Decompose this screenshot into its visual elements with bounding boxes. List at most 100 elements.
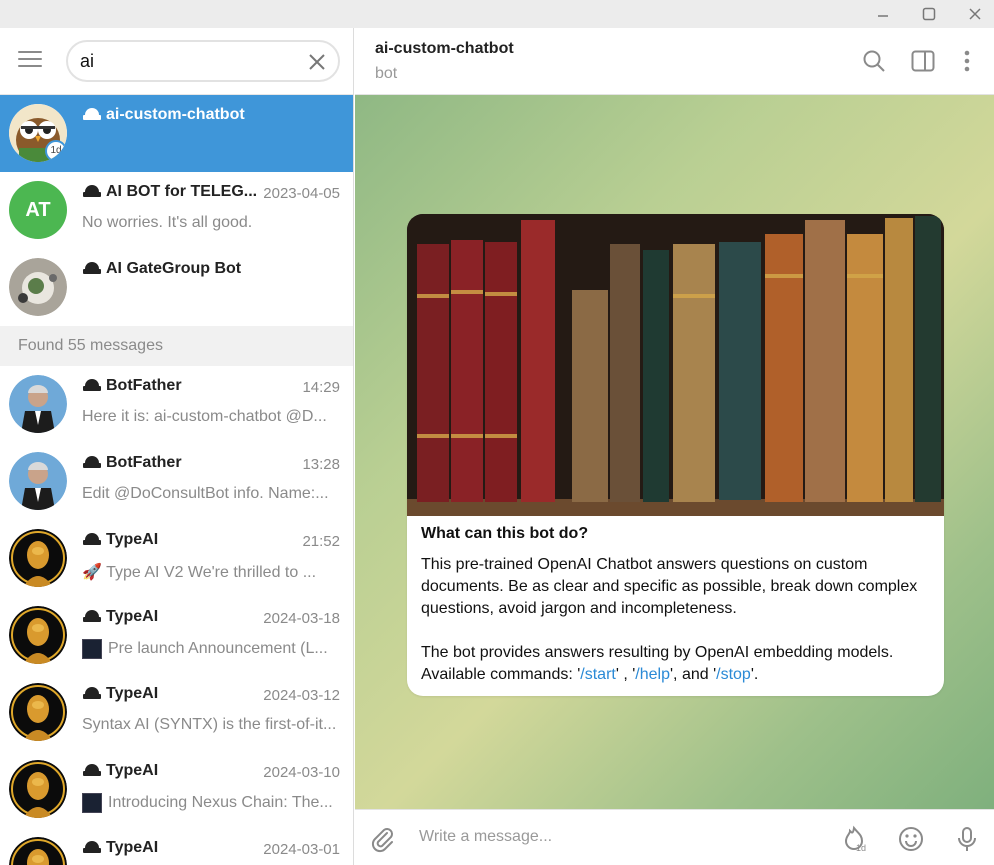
- sep: '.: [750, 666, 759, 683]
- clear-search-icon[interactable]: [306, 51, 328, 73]
- self-destruct-timer-icon[interactable]: 1d: [842, 825, 870, 853]
- emoji-icon[interactable]: [897, 825, 925, 853]
- message-result-item[interactable]: TypeAI 2024-03-18 Pre launch Announcement …: [0, 597, 353, 674]
- search-input[interactable]: [80, 50, 290, 72]
- sep: ' , ': [615, 666, 636, 683]
- chat-name-label: TypeAI: [106, 531, 159, 548]
- chat-date: 2024-03-12: [263, 687, 340, 704]
- bot-icon: [83, 533, 101, 545]
- typeai-avatar: [9, 837, 67, 865]
- bot-icon: [83, 610, 101, 622]
- message-result-item[interactable]: BotFather 13:28 Edit @DoConsultBot info. N…: [0, 443, 353, 520]
- chat-name: TypeAI: [82, 531, 158, 549]
- chat-subtitle: bot: [375, 65, 398, 82]
- card-heading: What can this bot do?: [421, 525, 589, 542]
- chat-date: 14:29: [302, 379, 340, 396]
- chat-snippet: 🚀 Type AI V2 We're thrilled to ...: [82, 562, 344, 582]
- bot-icon: [83, 687, 101, 699]
- message-result-item[interactable]: TypeAI 2024-03-10 Introducing Nexus Chain:…: [0, 751, 353, 828]
- window-titlebar: [0, 0, 994, 28]
- chat-date: 2024-03-18: [263, 610, 340, 627]
- bot-icon: [83, 185, 101, 197]
- bot-icon: [83, 108, 101, 120]
- bot-icon: [83, 262, 101, 274]
- maximize-icon[interactable]: [906, 0, 952, 28]
- chat-item-ai-bot-for-telegram[interactable]: AT AI BOT for TELEG... 2023-04-05 No wor…: [0, 172, 353, 249]
- chat-list-panel: 1d ai-custom-chatbot AT AI BOT for TELEG…: [0, 28, 354, 865]
- message-result-item[interactable]: TypeAI 2024-03-12 Syntax AI (SYNTX) is the…: [0, 674, 353, 751]
- card-description: This pre-trained OpenAI Chatbot answers …: [421, 556, 918, 617]
- chat-name: TypeAI: [82, 762, 158, 780]
- chat-wallpaper: What can this bot do? This pre-trained O…: [355, 95, 994, 809]
- chat-name-label: TypeAI: [106, 608, 159, 625]
- chat-title[interactable]: ai-custom-chatbot: [375, 40, 514, 58]
- snippet-text: Pre launch Announcement (L...: [108, 640, 328, 657]
- chat-panel: ai-custom-chatbot bot What can this bot …: [355, 28, 994, 865]
- message-result-item[interactable]: TypeAI 2024-03-01: [0, 828, 353, 865]
- media-thumbnail: [82, 639, 102, 659]
- chat-date: 2024-03-01: [263, 841, 340, 858]
- search-bar: [0, 28, 353, 95]
- attach-icon[interactable]: [369, 825, 397, 853]
- snippet-text: Edit @DoConsultBot info. Name:...: [82, 485, 329, 502]
- chat-snippet: Edit @DoConsultBot info. Name:...: [82, 485, 344, 503]
- menu-icon[interactable]: [18, 51, 44, 71]
- start-command-link[interactable]: /start: [580, 666, 616, 683]
- owl-avatar: 1d: [9, 104, 67, 162]
- message-input[interactable]: Write a message...: [419, 828, 552, 846]
- photo-avatar: [9, 258, 67, 316]
- microphone-icon[interactable]: [953, 825, 981, 853]
- help-command-link[interactable]: /help: [635, 666, 670, 683]
- books-image: [407, 214, 944, 516]
- snippet-text: Syntax AI (SYNTX) is the first-of-it...: [82, 716, 337, 733]
- close-icon[interactable]: [952, 0, 994, 28]
- chat-date: 13:28: [302, 456, 340, 473]
- timer-label: 1d: [856, 843, 866, 853]
- chat-name: AI GateGroup Bot: [82, 260, 241, 278]
- message-composer: Write a message... 1d: [355, 809, 994, 865]
- search-field[interactable]: [66, 40, 340, 82]
- chat-date: 2023-04-05: [263, 185, 340, 202]
- stop-command-link[interactable]: /stop: [716, 666, 751, 683]
- initials-avatar: AT: [9, 181, 67, 239]
- chat-name-label: TypeAI: [106, 839, 159, 856]
- chat-name: TypeAI: [82, 839, 158, 857]
- typeai-avatar: [9, 683, 67, 741]
- chat-name: BotFather: [82, 454, 182, 472]
- more-menu-icon[interactable]: [954, 48, 980, 74]
- chat-header: ai-custom-chatbot bot: [355, 28, 994, 95]
- bot-icon: [83, 456, 101, 468]
- bot-icon: [83, 841, 101, 853]
- chat-item-ai-custom-chatbot[interactable]: 1d ai-custom-chatbot: [0, 95, 353, 172]
- card-commands: The bot provides answers resulting by Op…: [421, 642, 936, 686]
- chat-name-label: AI BOT for TELEG...: [106, 183, 258, 200]
- chat-name: ai-custom-chatbot: [82, 106, 245, 124]
- chat-name: TypeAI: [82, 685, 158, 703]
- minimize-icon[interactable]: [860, 0, 906, 28]
- sidebar-toggle-icon[interactable]: [910, 48, 936, 74]
- bot-icon: [83, 379, 101, 391]
- botfather-avatar: [9, 452, 67, 510]
- message-result-item[interactable]: BotFather 14:29 Here it is: ai-custom-chat…: [0, 366, 353, 443]
- chat-date: 2024-03-10: [263, 764, 340, 781]
- snippet-text: Here it is: ai-custom-chatbot @D...: [82, 408, 327, 425]
- chat-snippet: Pre launch Announcement (L...: [82, 639, 344, 659]
- snippet-text: Introducing Nexus Chain: The...: [108, 794, 333, 811]
- found-messages-header: Found 55 messages: [0, 326, 353, 366]
- sep: ', and ': [670, 666, 717, 683]
- botfather-avatar: [9, 375, 67, 433]
- timer-badge: 1d: [45, 140, 67, 162]
- bot-icon: [83, 764, 101, 776]
- chat-name: BotFather: [82, 377, 182, 395]
- snippet-text: 🚀 Type AI V2 We're thrilled to ...: [82, 564, 317, 581]
- search-icon[interactable]: [861, 48, 887, 74]
- chat-name-label: AI GateGroup Bot: [106, 260, 242, 277]
- chat-item-ai-gategroup-bot[interactable]: AI GateGroup Bot: [0, 249, 353, 326]
- media-thumbnail: [82, 793, 102, 813]
- chat-name-label: BotFather: [106, 377, 182, 394]
- chat-snippet: Introducing Nexus Chain: The...: [82, 793, 344, 813]
- message-result-item[interactable]: TypeAI 21:52 🚀 Type AI V2 We're thrilled t…: [0, 520, 353, 597]
- snippet-text: No worries. It's all good.: [82, 214, 253, 231]
- bot-info-card: What can this bot do? This pre-trained O…: [407, 214, 944, 696]
- chat-name-label: TypeAI: [106, 762, 159, 779]
